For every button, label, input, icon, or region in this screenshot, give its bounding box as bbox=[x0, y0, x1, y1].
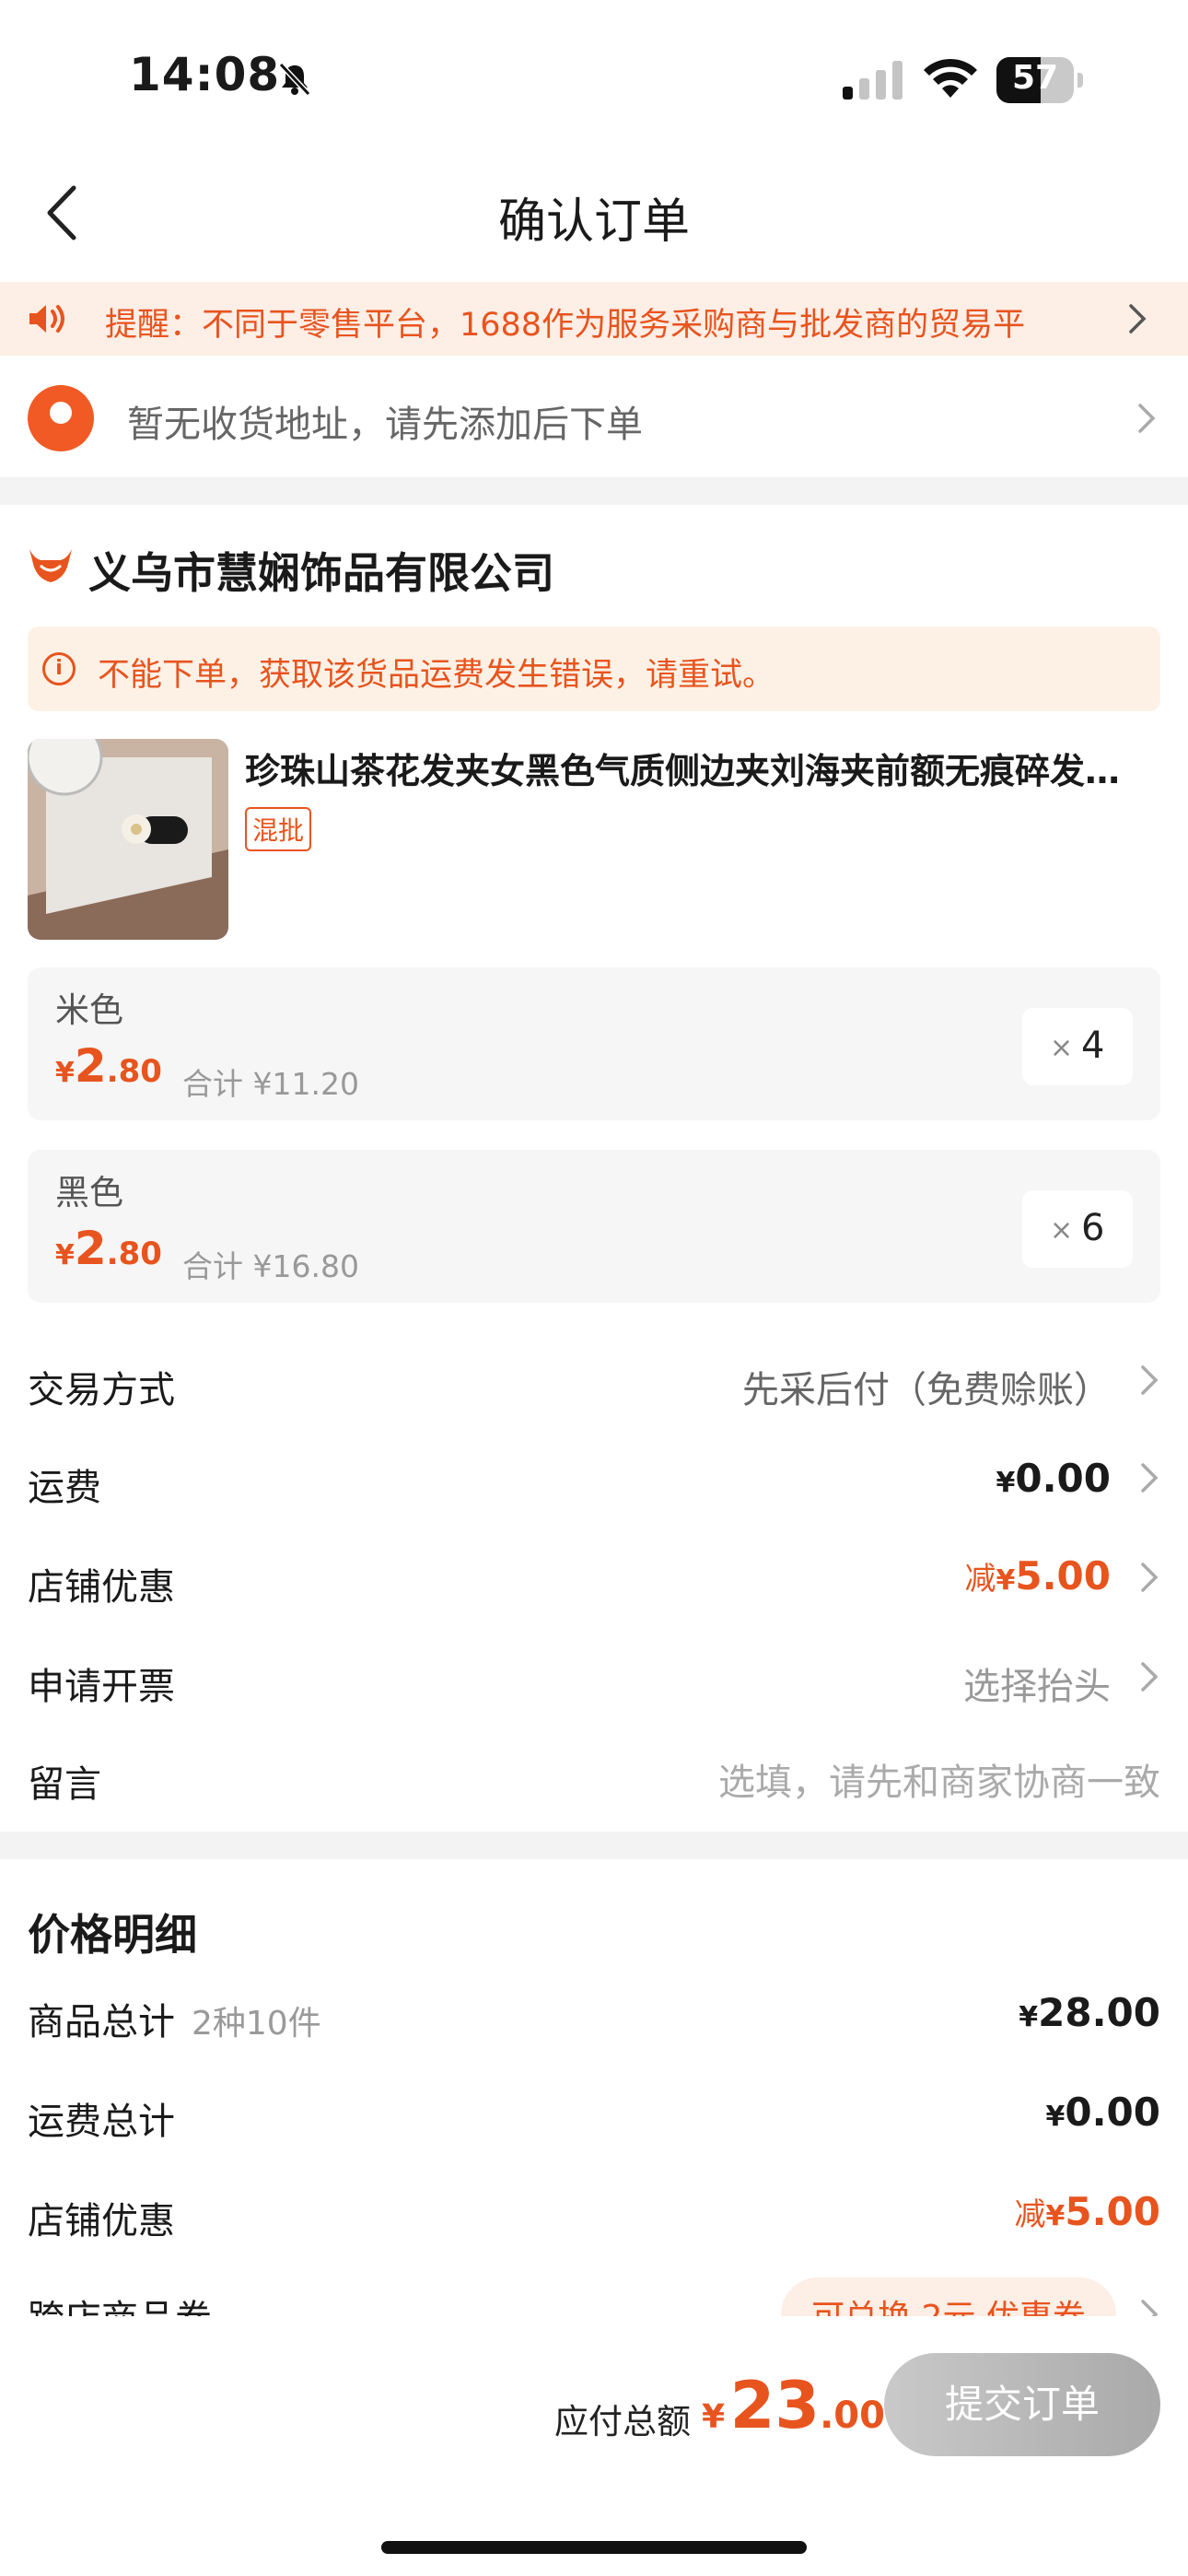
home-indicator[interactable] bbox=[381, 2541, 807, 2554]
price-detail-title: 价格明细 bbox=[28, 1910, 197, 1960]
trade-method-label: 交易方式 bbox=[28, 1369, 175, 1411]
message-input[interactable]: 选填，请先和商家协商一致 bbox=[718, 1752, 1160, 1806]
info-icon: i bbox=[42, 652, 76, 685]
message-label: 留言 bbox=[28, 1763, 101, 1806]
product-title[interactable]: 珍珠山茶花发夹女黑色气质侧边夹刘海夹前额无痕碎发… bbox=[245, 743, 1147, 793]
shipping-total-label: 运费总计 bbox=[28, 2101, 175, 2143]
speaker-icon bbox=[29, 305, 64, 333]
shop-name[interactable]: 义乌市慧娴饰品有限公司 bbox=[88, 540, 554, 601]
goods-total-label: 商品总计 2种10件 bbox=[28, 2001, 321, 2043]
battery-icon: 57 bbox=[996, 57, 1083, 103]
invoice-value[interactable]: 选择抬头 bbox=[963, 1657, 1111, 1710]
invoice-label: 申请开票 bbox=[28, 1666, 175, 1708]
quantity-value: 4 bbox=[1081, 1025, 1105, 1067]
shipping-label: 运费 bbox=[28, 1467, 101, 1509]
notice-bar[interactable]: 提醒：不同于零售平台，1688作为服务采购商与批发商的贸易平 bbox=[0, 282, 1188, 356]
chevron-right-icon[interactable] bbox=[1138, 1660, 1160, 1693]
shipping-total-value: ¥0.00 bbox=[1045, 2090, 1160, 2135]
address-placeholder[interactable]: 暂无收货地址，请先添加后下单 bbox=[127, 394, 643, 448]
sku-item: 黑色 ¥2.80 合计 ¥16.80 × 6 bbox=[28, 1150, 1160, 1303]
chevron-right-icon[interactable] bbox=[1135, 402, 1159, 435]
sku-item: 米色 ¥2.80 合计 ¥11.20 × 4 bbox=[28, 967, 1160, 1120]
shop-discount-value[interactable]: 减¥5.00 bbox=[964, 1553, 1111, 1598]
sku-price: ¥2.80 bbox=[55, 1039, 162, 1093]
chevron-right-icon[interactable] bbox=[1138, 1461, 1160, 1494]
chevron-right-icon[interactable] bbox=[1138, 1561, 1160, 1594]
submit-order-button[interactable]: 提交订单 bbox=[884, 2353, 1160, 2456]
sku-total: 合计 ¥16.80 bbox=[182, 1248, 359, 1284]
quantity-box[interactable]: × 4 bbox=[1022, 1008, 1133, 1085]
chevron-right-icon bbox=[1129, 304, 1147, 334]
goods-total-value: ¥28.00 bbox=[1019, 1990, 1160, 2035]
goods-count: 2种10件 bbox=[192, 2005, 321, 2043]
shipping-value[interactable]: ¥0.00 bbox=[996, 1456, 1111, 1501]
total-price: ¥ 23.00 bbox=[702, 2368, 885, 2443]
location-icon bbox=[28, 385, 94, 451]
notice-text: 提醒：不同于零售平台，1688作为服务采购商与批发商的贸易平 bbox=[105, 307, 1026, 344]
trade-method-value[interactable]: 先采后付（免费赊账） bbox=[742, 1360, 1111, 1413]
battery-level: 57 bbox=[1011, 59, 1059, 97]
shop-discount-label: 店铺优惠 bbox=[28, 1566, 175, 1609]
sku-total: 合计 ¥11.20 bbox=[182, 1066, 359, 1102]
page-title: 确认订单 bbox=[497, 194, 690, 250]
quantity-box[interactable]: × 6 bbox=[1022, 1190, 1133, 1268]
wifi-icon bbox=[924, 58, 977, 98]
shop-discount-detail-value: 减¥5.00 bbox=[1014, 2189, 1160, 2234]
bell-muted-icon bbox=[278, 62, 311, 97]
status-time: 14:08 bbox=[129, 48, 281, 101]
error-text: 不能下单，获取该货品运费发生错误，请重试。 bbox=[98, 657, 775, 694]
section-divider bbox=[0, 1832, 1188, 1859]
mix-wholesale-badge: 混批 bbox=[245, 807, 312, 851]
sku-price: ¥2.80 bbox=[55, 1222, 162, 1275]
shop-logo-icon bbox=[29, 549, 72, 582]
error-banner: i 不能下单，获取该货品运费发生错误，请重试。 bbox=[28, 626, 1160, 711]
quantity-value: 6 bbox=[1081, 1207, 1105, 1249]
sku-name: 黑色 bbox=[55, 1173, 123, 1212]
shop-discount-detail-label: 店铺优惠 bbox=[28, 2200, 175, 2242]
chevron-right-icon[interactable] bbox=[1138, 1364, 1160, 1397]
total-label: 应付总额 bbox=[554, 2402, 691, 2441]
section-divider bbox=[0, 477, 1188, 505]
signal-icon bbox=[843, 61, 903, 100]
product-image[interactable] bbox=[28, 739, 228, 940]
sku-name: 米色 bbox=[55, 990, 123, 1030]
